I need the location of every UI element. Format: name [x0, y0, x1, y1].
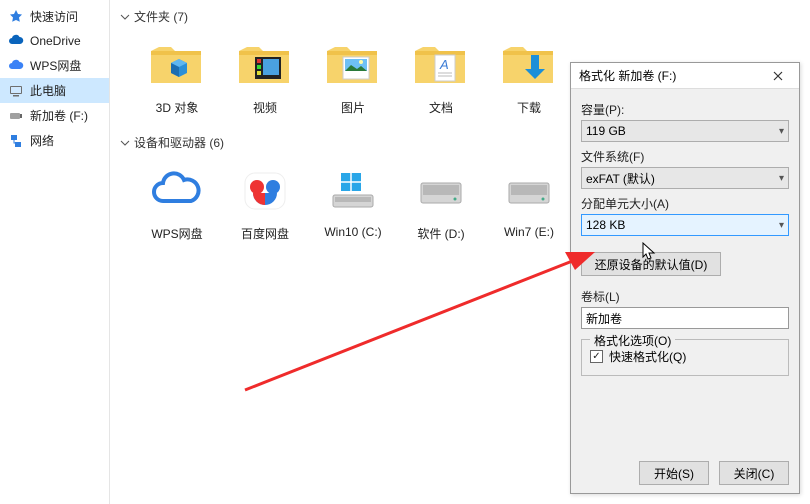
sidebar: 快速访问 OneDrive WPS网盘 此电脑 新加卷 (F:) 网络 [0, 0, 110, 504]
network-icon [8, 133, 24, 149]
chevron-down-icon [120, 138, 130, 148]
capacity-value: 119 GB [586, 124, 626, 138]
close-icon [773, 71, 783, 81]
drive-d[interactable]: 软件 (D:) [402, 161, 480, 242]
dialog-footer: 开始(S) 关闭(C) [571, 453, 799, 493]
sidebar-item-volume-f[interactable]: 新加卷 (F:) [0, 103, 109, 128]
folder-videos[interactable]: 视频 [226, 35, 304, 116]
cloud-icon [8, 33, 24, 49]
item-label: Win7 (E:) [504, 225, 554, 239]
filesystem-value: exFAT (默认) [586, 170, 655, 187]
cloud-icon [8, 58, 24, 74]
windows-drive-icon [323, 161, 383, 221]
item-label: 下载 [517, 99, 541, 116]
chevron-down-icon: ▾ [779, 173, 784, 184]
quick-format-checkbox[interactable]: ✓ [590, 350, 603, 363]
sidebar-item-label: 此电脑 [30, 82, 66, 99]
item-label: 软件 (D:) [417, 225, 464, 242]
section-title: 文件夹 (7) [134, 8, 188, 25]
svg-text:A: A [439, 57, 449, 72]
sidebar-item-label: OneDrive [30, 34, 81, 48]
volume-label-label: 卷标(L) [581, 288, 789, 305]
drive-e[interactable]: Win7 (E:) [490, 161, 568, 242]
close-button[interactable] [763, 65, 793, 87]
sidebar-item-quickaccess[interactable]: 快速访问 [0, 4, 109, 29]
start-button[interactable]: 开始(S) [639, 461, 709, 485]
sidebar-item-label: 快速访问 [30, 8, 78, 25]
item-label: 图片 [341, 99, 365, 116]
item-label: Win10 (C:) [324, 225, 381, 239]
format-options-group: 格式化选项(O) ✓ 快速格式化(Q) [581, 339, 789, 376]
star-icon [8, 9, 24, 25]
drive-wps[interactable]: WPS网盘 [138, 161, 216, 242]
section-title: 设备和驱动器 (6) [134, 134, 224, 151]
sidebar-item-thispc[interactable]: 此电脑 [0, 78, 109, 103]
computer-icon [8, 83, 24, 99]
item-label: 文档 [429, 99, 453, 116]
format-dialog: 格式化 新加卷 (F:) 容量(P): 119 GB ▾ 文件系统(F) exF… [570, 62, 800, 494]
folder-icon [323, 35, 383, 95]
sidebar-item-onedrive[interactable]: OneDrive [0, 29, 109, 53]
volume-label-input[interactable] [581, 307, 789, 329]
baidu-icon [235, 161, 295, 221]
usb-drive-icon [8, 108, 24, 124]
folder-icon [499, 35, 559, 95]
folder-3dobjects[interactable]: 3D 对象 [138, 35, 216, 116]
drive-baidu[interactable]: 百度网盘 [226, 161, 304, 242]
folder-pictures[interactable]: 图片 [314, 35, 392, 116]
capacity-label: 容量(P): [581, 101, 789, 118]
section-header-folders[interactable]: 文件夹 (7) [120, 4, 800, 29]
restore-defaults-label: 还原设备的默认值(D) [595, 256, 708, 273]
sidebar-item-label: 新加卷 (F:) [30, 107, 88, 124]
dialog-body: 容量(P): 119 GB ▾ 文件系统(F) exFAT (默认) ▾ 分配单… [571, 89, 799, 453]
allocation-value: 128 KB [586, 218, 625, 232]
chevron-down-icon: ▾ [779, 220, 784, 231]
close-label: 关闭(C) [734, 465, 775, 482]
sidebar-item-label: WPS网盘 [30, 57, 81, 74]
dialog-titlebar: 格式化 新加卷 (F:) [571, 63, 799, 89]
close-dialog-button[interactable]: 关闭(C) [719, 461, 789, 485]
item-label: 3D 对象 [156, 99, 199, 116]
capacity-select[interactable]: 119 GB ▾ [581, 120, 789, 142]
sidebar-item-label: 网络 [30, 132, 54, 149]
chevron-down-icon: ▾ [779, 126, 784, 137]
item-label: 百度网盘 [241, 225, 289, 242]
dialog-title: 格式化 新加卷 (F:) [579, 67, 676, 84]
folder-icon: A [411, 35, 471, 95]
drive-c[interactable]: Win10 (C:) [314, 161, 392, 242]
folder-icon [235, 35, 295, 95]
item-label: WPS网盘 [151, 225, 202, 242]
sidebar-item-wps[interactable]: WPS网盘 [0, 53, 109, 78]
filesystem-label: 文件系统(F) [581, 148, 789, 165]
start-label: 开始(S) [654, 465, 694, 482]
folder-documents[interactable]: A 文档 [402, 35, 480, 116]
allocation-select[interactable]: 128 KB ▾ [581, 214, 789, 236]
format-options-label: 格式化选项(O) [590, 332, 675, 349]
drive-icon [499, 161, 559, 221]
item-label: 视频 [253, 99, 277, 116]
allocation-label: 分配单元大小(A) [581, 195, 789, 212]
filesystem-select[interactable]: exFAT (默认) ▾ [581, 167, 789, 189]
restore-defaults-button[interactable]: 还原设备的默认值(D) [581, 252, 721, 276]
cloud-drive-icon [147, 161, 207, 221]
sidebar-item-network[interactable]: 网络 [0, 128, 109, 153]
folder-downloads[interactable]: 下载 [490, 35, 568, 116]
quick-format-label: 快速格式化(Q) [609, 348, 686, 365]
drive-icon [411, 161, 471, 221]
folder-icon [147, 35, 207, 95]
chevron-down-icon [120, 12, 130, 22]
